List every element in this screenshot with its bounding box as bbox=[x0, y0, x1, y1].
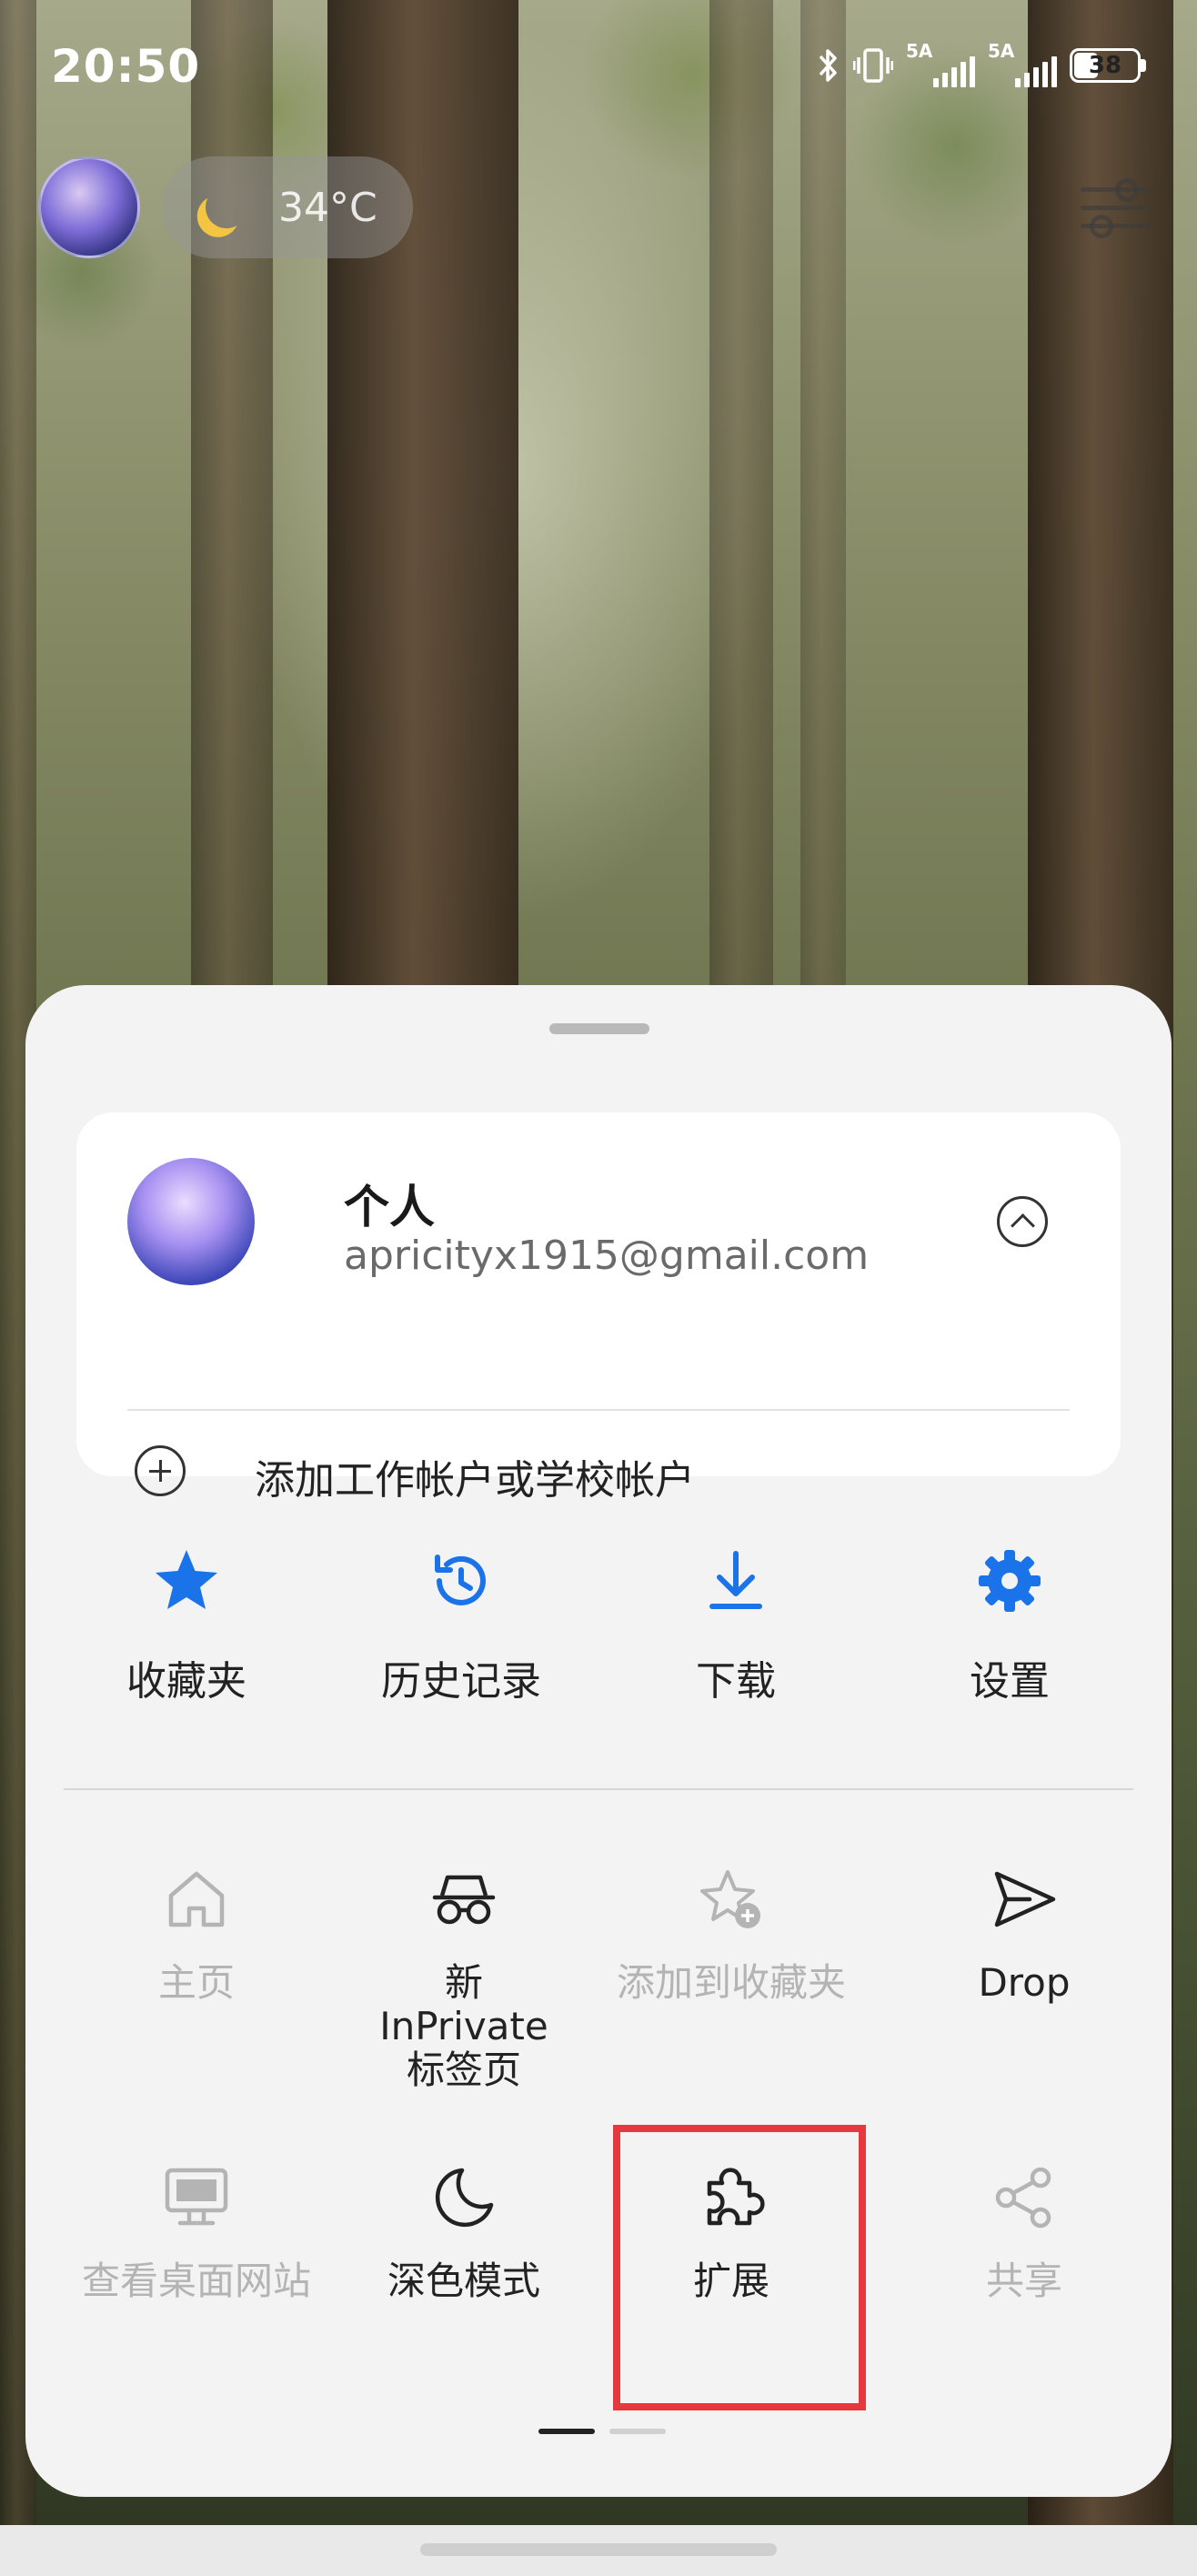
moon-icon bbox=[435, 2168, 494, 2228]
add-account-row[interactable]: 添加工作帐户或学校帐户 bbox=[76, 1409, 1121, 1504]
status-icons: 5A 5A 38 bbox=[815, 40, 1146, 87]
account-card: 个人 apricityx1915@gmail.com 添加工作帐户或学校帐户 bbox=[76, 1112, 1121, 1504]
add-account-label: 添加工作帐户或学校帐户 bbox=[255, 1457, 695, 1504]
tree-trunk bbox=[191, 0, 273, 1001]
vibrate-icon bbox=[853, 48, 893, 83]
signal-label: 5A bbox=[906, 40, 933, 62]
chevron-up-icon[interactable] bbox=[997, 1196, 1048, 1247]
highlight-box bbox=[613, 2125, 866, 2410]
drop-button[interactable]: Drop bbox=[892, 1865, 1156, 2005]
add-circle-icon bbox=[135, 1445, 186, 1496]
home-label: 主页 bbox=[157, 1960, 235, 2005]
star-icon bbox=[156, 1550, 217, 1609]
cellular-signal-2: 5A bbox=[988, 40, 1057, 87]
favorites-button[interactable]: 收藏夹 bbox=[77, 1545, 296, 1706]
weather-temperature: 34°C bbox=[278, 184, 377, 231]
desktop-icon bbox=[165, 2168, 228, 2226]
share-icon bbox=[995, 2167, 1051, 2229]
account-name: 个人 bbox=[344, 1181, 435, 1233]
account-email: apricityx1915@gmail.com bbox=[344, 1233, 870, 1279]
home-icon bbox=[168, 1871, 225, 1927]
tree-trunk bbox=[800, 0, 846, 1001]
settings-button[interactable]: 设置 bbox=[900, 1545, 1119, 1706]
bluetooth-icon bbox=[819, 49, 837, 82]
battery-level: 38 bbox=[1088, 52, 1122, 79]
browser-menu-sheet: 个人 apricityx1915@gmail.com 添加工作帐户或学校帐户 收… bbox=[25, 985, 1172, 2497]
add-favorite-icon bbox=[700, 1870, 760, 1928]
share-label: 共享 bbox=[985, 2259, 1062, 2303]
tree-trunk bbox=[709, 0, 773, 1001]
view-desktop-site-button[interactable]: 查看桌面网站 bbox=[65, 2163, 328, 2303]
page-indicator-active bbox=[538, 2429, 595, 2434]
battery-indicator: 38 bbox=[1070, 48, 1146, 83]
profile-avatar[interactable] bbox=[38, 156, 140, 258]
view-desktop-site-label: 查看桌面网站 bbox=[81, 2259, 311, 2303]
settings-label: 设置 bbox=[970, 1658, 1050, 1705]
cellular-signal-1: 5A bbox=[906, 40, 975, 87]
status-bar: 20:50 5A 5A 38 bbox=[0, 0, 1197, 136]
page-indicator[interactable] bbox=[609, 2429, 666, 2434]
send-icon bbox=[994, 1871, 1056, 1927]
home-button[interactable]: 主页 bbox=[65, 1865, 328, 2005]
history-button[interactable]: 历史记录 bbox=[352, 1545, 570, 1706]
home-gesture-bar[interactable] bbox=[420, 2543, 777, 2556]
drop-label: Drop bbox=[978, 1960, 1071, 2005]
moon-icon bbox=[200, 181, 254, 235]
dark-mode-button[interactable]: 深色模式 bbox=[332, 2163, 596, 2303]
tree-trunk bbox=[327, 0, 518, 1001]
download-icon bbox=[709, 1551, 762, 1609]
history-label: 历史记录 bbox=[381, 1658, 541, 1705]
dark-mode-label: 深色模式 bbox=[387, 2259, 540, 2303]
status-time: 20:50 bbox=[51, 40, 201, 93]
drag-handle[interactable] bbox=[549, 1023, 649, 1034]
battery-icon: 38 bbox=[1070, 48, 1141, 83]
system-navigation-bar bbox=[0, 2525, 1197, 2576]
customize-icon[interactable] bbox=[1081, 178, 1150, 238]
history-icon bbox=[435, 1555, 486, 1605]
signal-label: 5A bbox=[988, 40, 1015, 62]
new-inprivate-tab-label: 新 InPrivate 标签页 bbox=[379, 1960, 548, 2092]
divider bbox=[64, 1788, 1133, 1790]
favorites-label: 收藏夹 bbox=[126, 1658, 246, 1705]
share-button[interactable]: 共享 bbox=[892, 2163, 1156, 2303]
new-inprivate-tab-button[interactable]: 新 InPrivate 标签页 bbox=[332, 1865, 596, 2092]
inprivate-icon bbox=[432, 1875, 496, 1925]
add-to-favorites-label: 添加到收藏夹 bbox=[616, 1960, 846, 2005]
add-to-favorites-button[interactable]: 添加到收藏夹 bbox=[599, 1865, 863, 2005]
downloads-label: 下载 bbox=[696, 1658, 776, 1705]
account-avatar bbox=[127, 1158, 255, 1285]
downloads-button[interactable]: 下载 bbox=[627, 1545, 845, 1706]
gear-icon bbox=[979, 1550, 1041, 1612]
weather-widget[interactable]: 34°C bbox=[162, 156, 413, 258]
